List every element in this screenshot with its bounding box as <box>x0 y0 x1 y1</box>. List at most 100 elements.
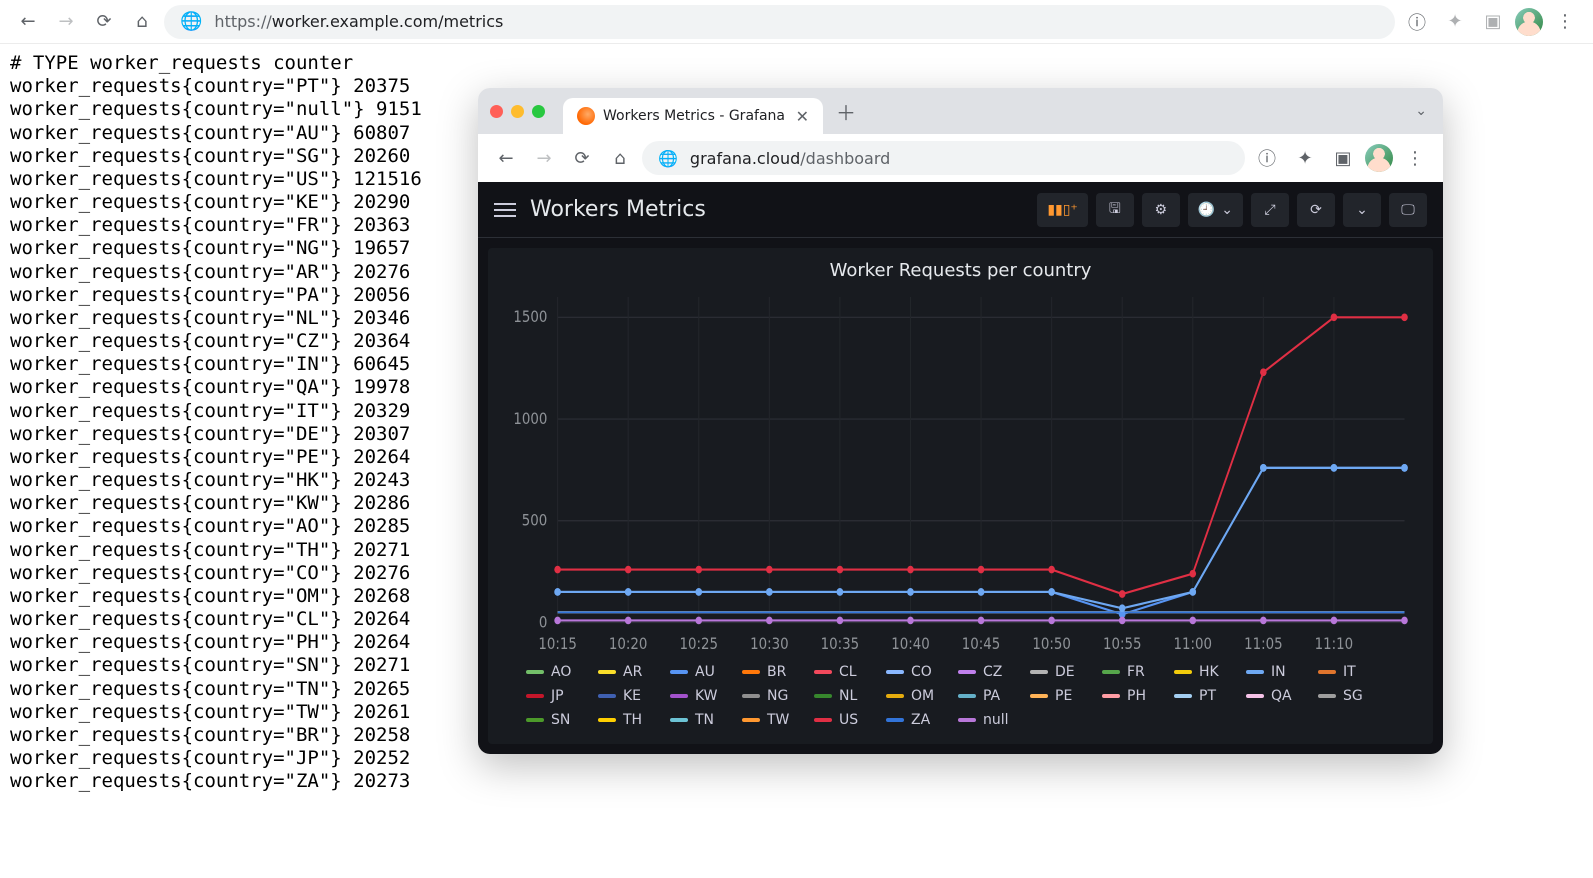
address-url: https://worker.example.com/metrics <box>214 12 503 31</box>
gear-icon: ⚙ <box>1155 202 1168 218</box>
chart-legend: AO AR AU BR CL CO CZ DE FR HK IN IT JP KE KW NG NL OM PA PE… <box>498 656 1423 738</box>
new-tab-button[interactable]: ＋ <box>831 96 861 126</box>
gw-menu-button[interactable]: ⋮ <box>1399 142 1431 174</box>
legend-item-AO[interactable]: AO <box>526 664 588 680</box>
gw-forward-button[interactable]: → <box>528 142 560 174</box>
legend-item-AR[interactable]: AR <box>598 664 660 680</box>
dashboard-settings-button[interactable]: ⚙ <box>1142 193 1180 227</box>
grafana-browser-window: Workers Metrics - Grafana ✕ ＋ ⌄ ← → ⟳ ⌂ … <box>478 88 1443 754</box>
svg-text:11:10: 11:10 <box>1315 636 1354 653</box>
browser-menu-button[interactable]: ⋮ <box>1549 6 1581 38</box>
legend-item-DE[interactable]: DE <box>1030 664 1092 680</box>
legend-item-TN[interactable]: TN <box>670 712 732 728</box>
legend-item-PT[interactable]: PT <box>1174 688 1236 704</box>
svg-text:10:50: 10:50 <box>1032 636 1071 653</box>
window-zoom-icon[interactable] <box>532 105 545 118</box>
user-avatar[interactable] <box>1515 8 1543 36</box>
legend-item-CO[interactable]: CO <box>886 664 948 680</box>
grafana-browser-toolbar: ← → ⟳ ⌂ 🌐 grafana.cloud/dashboard ⓘ ✦ ▣ … <box>478 134 1443 182</box>
dashboard-header: Workers Metrics ▮▮▯⁺ 🖫 ⚙ 🕘⌄ ⤢ ⟳ ⌄ 🖵 <box>478 182 1443 238</box>
svg-text:10:20: 10:20 <box>609 636 648 653</box>
legend-item-JP[interactable]: JP <box>526 688 588 704</box>
legend-item-AU[interactable]: AU <box>670 664 732 680</box>
legend-item-NG[interactable]: NG <box>742 688 804 704</box>
save-dashboard-button[interactable]: 🖫 <box>1096 193 1134 227</box>
nav-reload-button[interactable]: ⟳ <box>88 6 120 38</box>
legend-item-null[interactable]: null <box>958 712 1020 728</box>
gw-extensions-icon[interactable]: ✦ <box>1289 142 1321 174</box>
panel-icon[interactable]: ▣ <box>1477 6 1509 38</box>
gw-address-bar[interactable]: 🌐 grafana.cloud/dashboard <box>642 141 1245 175</box>
grafana-favicon-icon <box>577 107 595 125</box>
svg-text:10:30: 10:30 <box>750 636 789 653</box>
panel-title: Worker Requests per country <box>498 260 1423 281</box>
extensions-icon[interactable]: ✦ <box>1439 6 1471 38</box>
legend-item-TW[interactable]: TW <box>742 712 804 728</box>
refresh-button[interactable]: ⟳ <box>1297 193 1335 227</box>
svg-text:10:55: 10:55 <box>1103 636 1142 653</box>
gw-user-avatar[interactable] <box>1365 144 1393 172</box>
svg-text:10:45: 10:45 <box>962 636 1001 653</box>
svg-text:500: 500 <box>522 513 548 530</box>
legend-item-BR[interactable]: BR <box>742 664 804 680</box>
svg-text:10:40: 10:40 <box>891 636 930 653</box>
legend-item-US[interactable]: US <box>814 712 876 728</box>
gw-info-icon[interactable]: ⓘ <box>1251 142 1283 174</box>
nav-back-button[interactable]: ← <box>12 6 44 38</box>
window-close-icon[interactable] <box>490 105 503 118</box>
svg-text:1000: 1000 <box>513 411 547 428</box>
dashboard-title: Workers Metrics <box>530 197 706 222</box>
legend-item-IN[interactable]: IN <box>1246 664 1308 680</box>
chart-area[interactable]: 05001000150010:1510:2010:2510:3010:3510:… <box>498 285 1423 656</box>
gw-home-button[interactable]: ⌂ <box>604 142 636 174</box>
gw-reload-button[interactable]: ⟳ <box>566 142 598 174</box>
save-icon: 🖫 <box>1109 198 1121 222</box>
outer-browser-toolbar: ← → ⟳ ⌂ 🌐 https://worker.example.com/met… <box>0 0 1593 44</box>
legend-item-CZ[interactable]: CZ <box>958 664 1020 680</box>
gw-site-info-icon[interactable]: 🌐 <box>658 149 678 168</box>
gw-back-button[interactable]: ← <box>490 142 522 174</box>
window-minimize-icon[interactable] <box>511 105 524 118</box>
legend-item-TH[interactable]: TH <box>598 712 660 728</box>
legend-item-PA[interactable]: PA <box>958 688 1020 704</box>
hamburger-menu-icon[interactable] <box>494 203 516 217</box>
legend-item-PH[interactable]: PH <box>1102 688 1164 704</box>
legend-item-SG[interactable]: SG <box>1318 688 1380 704</box>
legend-item-ZA[interactable]: ZA <box>886 712 948 728</box>
site-info-icon[interactable]: 🌐 <box>180 11 202 32</box>
refresh-icon: ⟳ <box>1310 202 1322 218</box>
svg-text:0: 0 <box>539 614 548 631</box>
gw-panel-icon[interactable]: ▣ <box>1327 142 1359 174</box>
refresh-interval-button[interactable]: ⌄ <box>1343 193 1381 227</box>
info-icon[interactable]: ⓘ <box>1401 6 1433 38</box>
browser-tab[interactable]: Workers Metrics - Grafana ✕ <box>563 98 823 134</box>
legend-item-FR[interactable]: FR <box>1102 664 1164 680</box>
dashboard-toolbar: ▮▮▯⁺ 🖫 ⚙ 🕘⌄ ⤢ ⟳ ⌄ 🖵 <box>1037 193 1427 227</box>
legend-item-KW[interactable]: KW <box>670 688 732 704</box>
nav-home-button[interactable]: ⌂ <box>126 6 158 38</box>
monitor-icon: 🖵 <box>1401 202 1415 218</box>
legend-item-OM[interactable]: OM <box>886 688 948 704</box>
svg-text:10:35: 10:35 <box>821 636 860 653</box>
time-picker-button[interactable]: 🕘⌄ <box>1188 193 1243 227</box>
add-panel-button[interactable]: ▮▮▯⁺ <box>1037 193 1088 227</box>
chevron-down-icon: ⌄ <box>1221 202 1233 218</box>
zoom-out-button[interactable]: ⤢ <box>1251 193 1289 227</box>
legend-item-QA[interactable]: QA <box>1246 688 1308 704</box>
tabs-dropdown-icon[interactable]: ⌄ <box>1415 103 1427 119</box>
legend-item-KE[interactable]: KE <box>598 688 660 704</box>
window-traffic-lights[interactable] <box>490 105 545 118</box>
nav-forward-button[interactable]: → <box>50 6 82 38</box>
bar-chart-plus-icon: ▮▮▯⁺ <box>1047 202 1078 218</box>
legend-item-IT[interactable]: IT <box>1318 664 1380 680</box>
legend-item-NL[interactable]: NL <box>814 688 876 704</box>
legend-item-PE[interactable]: PE <box>1030 688 1092 704</box>
chevron-down-icon: ⌄ <box>1356 202 1368 218</box>
zoom-out-icon: ⤢ <box>1264 202 1275 218</box>
legend-item-HK[interactable]: HK <box>1174 664 1236 680</box>
address-bar[interactable]: 🌐 https://worker.example.com/metrics <box>164 5 1395 39</box>
legend-item-CL[interactable]: CL <box>814 664 876 680</box>
view-mode-button[interactable]: 🖵 <box>1389 193 1427 227</box>
legend-item-SN[interactable]: SN <box>526 712 588 728</box>
tab-close-icon[interactable]: ✕ <box>796 107 809 126</box>
